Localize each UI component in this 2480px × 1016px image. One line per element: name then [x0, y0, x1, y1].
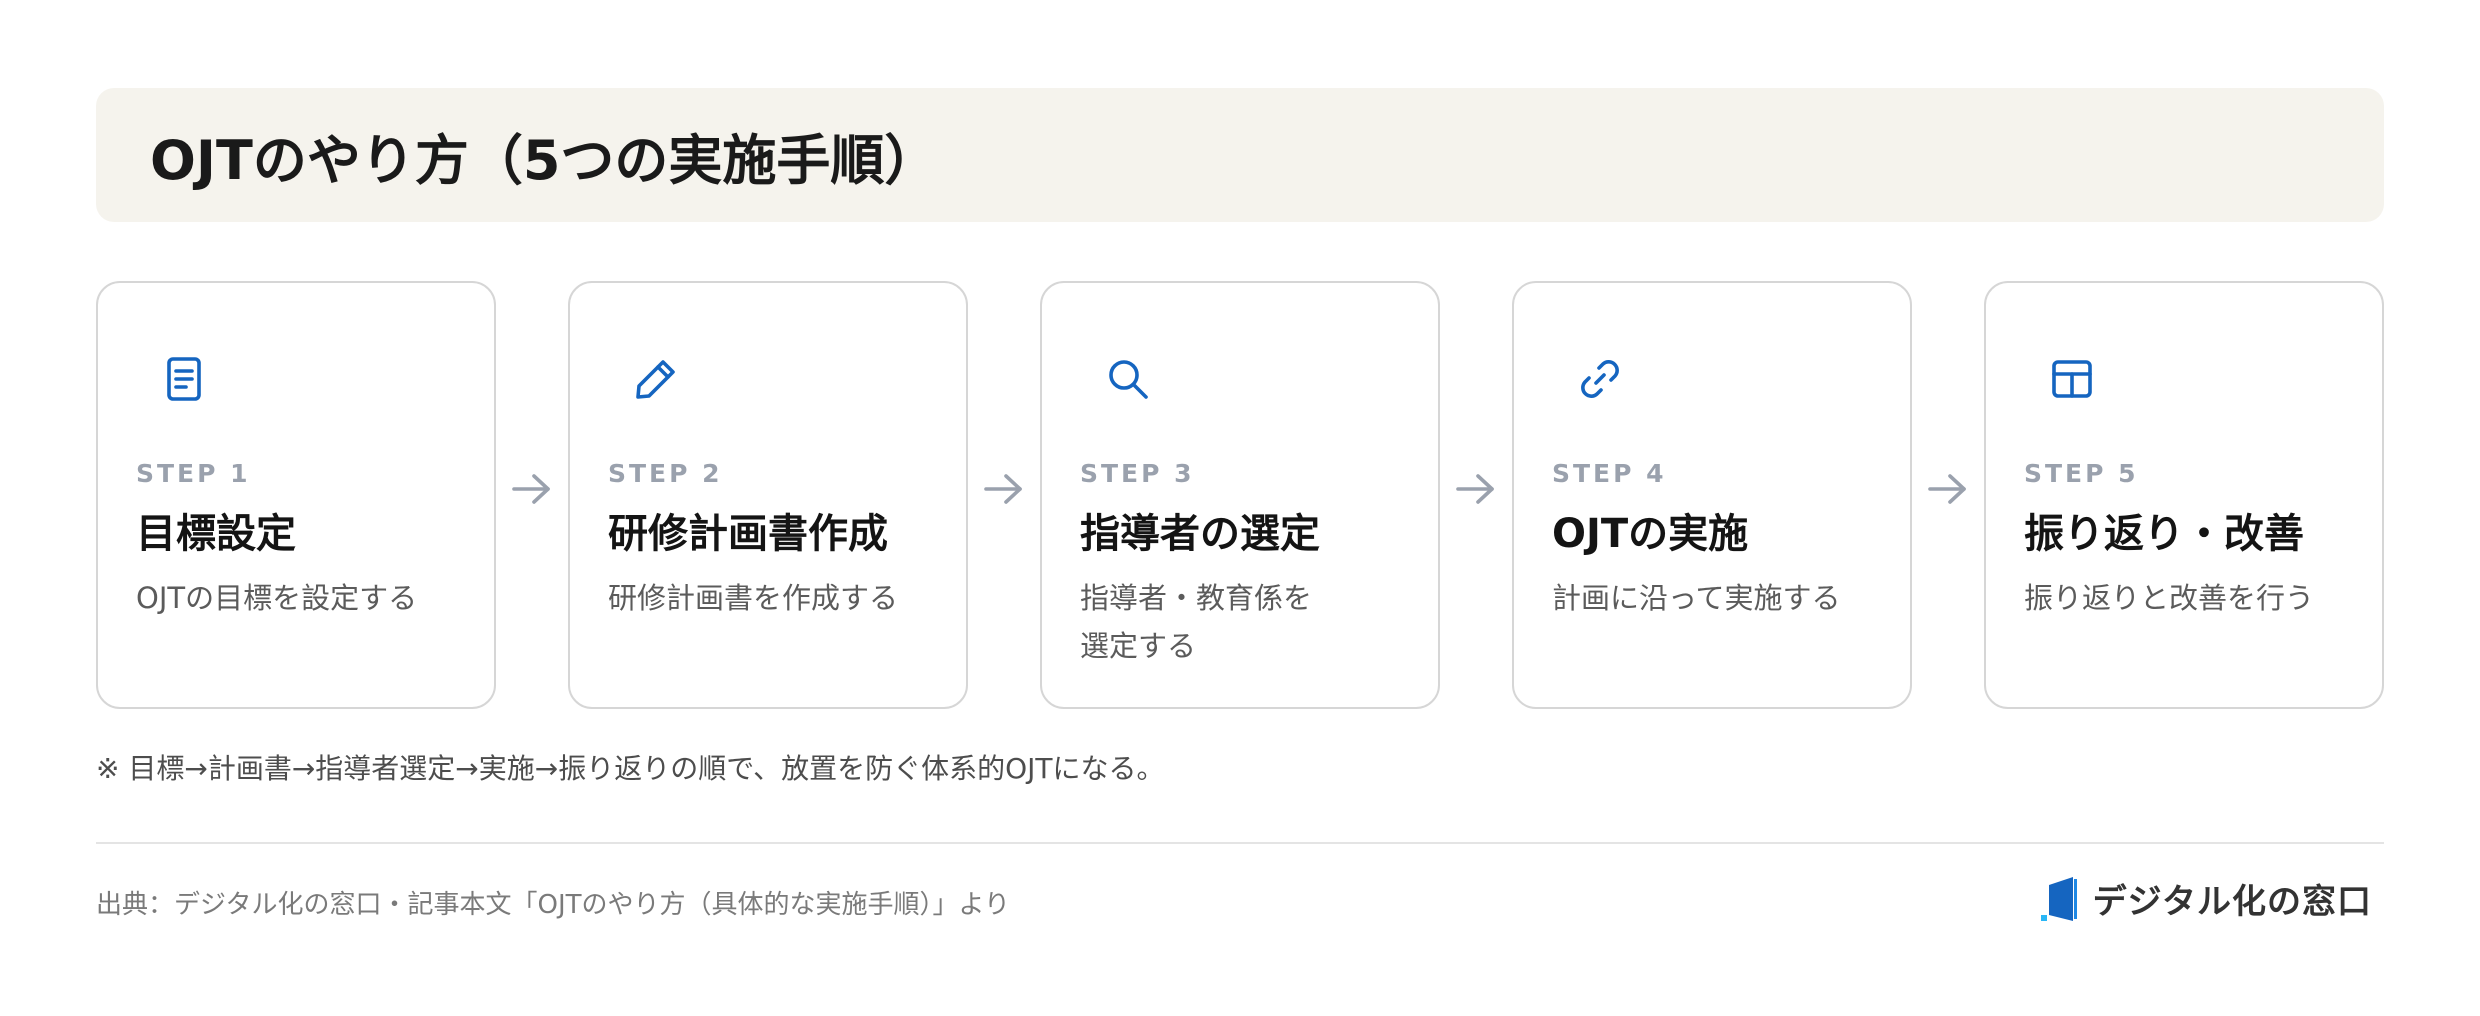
- pencil-icon: [630, 353, 682, 405]
- brand-name: デジタル化の窓口: [2092, 882, 2372, 922]
- arrow-right-icon: [1926, 469, 1970, 509]
- page-title: OJTのやり方（5つの実施手順）: [150, 128, 939, 192]
- arrow-right-icon: [982, 469, 1026, 509]
- brand-logo: デジタル化の窓口: [2037, 874, 2372, 923]
- link-icon: [1574, 353, 1626, 405]
- step-title: 目標設定: [136, 511, 296, 557]
- step-title: OJTの実施: [1552, 511, 1749, 557]
- step-card-2: STEP 2 研修計画書作成 研修計画書を作成する: [568, 281, 968, 709]
- footnote: ※ 目標→計画書→指導者選定→実施→振り返りの順で、放置を防ぐ体系的OJTになる…: [96, 752, 1165, 785]
- step-description: 指導者・教育係を選定する: [1080, 581, 1313, 663]
- window-logo-icon: [2040, 876, 2077, 921]
- step-title: 指導者の選定: [1080, 511, 1320, 557]
- step-label: STEP 4: [1552, 459, 1667, 488]
- arrow-right-icon: [510, 469, 554, 509]
- step-label: STEP 1: [136, 459, 251, 488]
- step-card-1: STEP 1 目標設定 OJTの目標を設定する: [96, 281, 496, 709]
- step-title: 振り返り・改善: [2024, 511, 2304, 557]
- arrow-right-icon: [1454, 469, 1498, 509]
- steps-row: STEP 1 目標設定 OJTの目標を設定する STEP 2 研修計画書作成 研…: [96, 281, 2384, 709]
- step-description: 計画に沿って実施する: [1552, 581, 1841, 615]
- table-icon: [2046, 353, 2098, 405]
- step-label: STEP 2: [608, 459, 723, 488]
- step-card-3: STEP 3 指導者の選定 指導者・教育係を選定する: [1040, 281, 1440, 709]
- source-citation: 出典：デジタル化の窓口・記事本文「OJTのやり方（具体的な実施手順）」より: [96, 890, 1010, 920]
- step-description: 研修計画書を作成する: [608, 581, 899, 615]
- step-card-4: STEP 4 OJTの実施 計画に沿って実施する: [1512, 281, 1912, 709]
- step-description: 振り返りと改善を行う: [2024, 581, 2315, 615]
- step-label: STEP 3: [1080, 459, 1195, 488]
- header-banner: OJTのやり方（5つの実施手順）: [96, 88, 2384, 222]
- step-title: 研修計画書作成: [608, 511, 888, 557]
- document-icon: [158, 353, 210, 405]
- step-card-5: STEP 5 振り返り・改善 振り返りと改善を行う: [1984, 281, 2384, 709]
- step-label: STEP 5: [2024, 459, 2139, 488]
- divider: [96, 842, 2384, 844]
- step-description: OJTの目標を設定する: [136, 581, 418, 615]
- search-icon: [1102, 353, 1154, 405]
